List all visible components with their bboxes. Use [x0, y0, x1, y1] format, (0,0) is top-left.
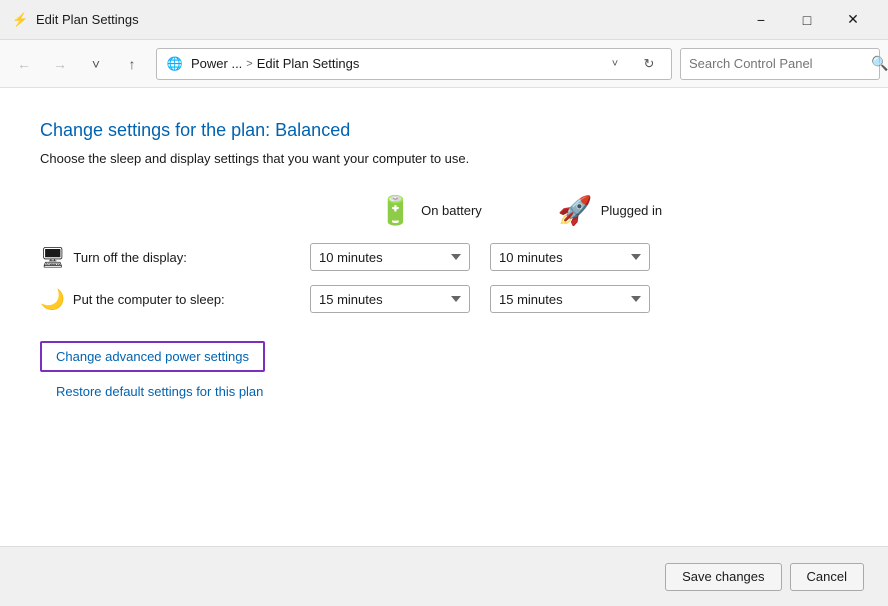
search-input[interactable]: [689, 56, 865, 71]
page-subtitle: Choose the sleep and display settings th…: [40, 151, 848, 166]
sleep-battery-dropdown[interactable]: 15 minutes 1 minute 2 minutes 5 minutes …: [310, 285, 470, 313]
display-plugged-dropdown[interactable]: 10 minutes 1 minute 2 minutes 5 minutes …: [490, 243, 650, 271]
address-dropdown-button[interactable]: ˅: [601, 50, 629, 78]
display-plugged-cell: 10 minutes 1 minute 2 minutes 5 minutes …: [480, 243, 660, 271]
breadcrumb-power[interactable]: Power ...: [191, 56, 242, 71]
sleep-row: 🌙 Put the computer to sleep: 15 minutes …: [40, 285, 848, 313]
address-bar: 🌐 Power ... > Edit Plan Settings ˅ ↻: [156, 48, 672, 80]
back-button[interactable]: ←: [8, 48, 40, 80]
footer: Save changes Cancel: [0, 546, 888, 606]
page-title: Change settings for the plan: Balanced: [40, 120, 848, 141]
address-icon: 🌐: [165, 54, 185, 74]
cancel-button[interactable]: Cancel: [790, 563, 864, 591]
sleep-row-label: 🌙 Put the computer to sleep:: [40, 287, 300, 312]
navigation-bar: ← → ˅ ↑ 🌐 Power ... > Edit Plan Settings…: [0, 40, 888, 88]
sleep-label-text: Put the computer to sleep:: [73, 292, 225, 307]
display-label-text: Turn off the display:: [73, 250, 186, 265]
search-icon: 🔍: [871, 55, 888, 72]
breadcrumb-separator: >: [246, 58, 252, 70]
up-button[interactable]: ↑: [116, 48, 148, 80]
display-battery-cell: 10 minutes 1 minute 2 minutes 5 minutes …: [300, 243, 480, 271]
maximize-button[interactable]: □: [784, 4, 830, 36]
plugged-in-label: Plugged in: [601, 203, 662, 218]
on-battery-header: 🔋 On battery: [340, 194, 520, 227]
restore-defaults-link[interactable]: Restore default settings for this plan: [40, 384, 848, 399]
settings-header: 🔋 On battery 🚀 Plugged in: [40, 194, 848, 227]
window-icon: ⚡: [12, 12, 28, 28]
display-battery-dropdown[interactable]: 10 minutes 1 minute 2 minutes 5 minutes …: [310, 243, 470, 271]
minimize-button[interactable]: −: [738, 4, 784, 36]
sleep-plugged-dropdown[interactable]: 15 minutes 1 minute 2 minutes 5 minutes …: [490, 285, 650, 313]
window-controls: − □ ✕: [738, 4, 876, 36]
refresh-button[interactable]: ↻: [635, 50, 663, 78]
breadcrumb: Power ... > Edit Plan Settings: [191, 56, 595, 71]
on-battery-label: On battery: [421, 203, 482, 218]
display-row: 🖥 Turn off the display: 10 minutes 1 min…: [40, 243, 848, 271]
sleep-icon: 🌙: [40, 287, 65, 312]
search-box: 🔍: [680, 48, 880, 80]
main-content: Change settings for the plan: Balanced C…: [0, 88, 888, 546]
sleep-plugged-cell: 15 minutes 1 minute 2 minutes 5 minutes …: [480, 285, 660, 313]
close-button[interactable]: ✕: [830, 4, 876, 36]
plugged-in-header: 🚀 Plugged in: [520, 194, 700, 227]
plugged-icon: 🚀: [558, 194, 593, 227]
forward-button[interactable]: →: [44, 48, 76, 80]
save-changes-button[interactable]: Save changes: [665, 563, 781, 591]
display-row-label: 🖥 Turn off the display:: [40, 245, 300, 270]
title-bar: ⚡ Edit Plan Settings − □ ✕: [0, 0, 888, 40]
window-title: Edit Plan Settings: [36, 12, 738, 27]
breadcrumb-current: Edit Plan Settings: [257, 56, 360, 71]
sleep-battery-cell: 15 minutes 1 minute 2 minutes 5 minutes …: [300, 285, 480, 313]
links-section: Change advanced power settings Restore d…: [40, 341, 848, 399]
advanced-power-settings-link[interactable]: Change advanced power settings: [40, 341, 265, 372]
display-icon: 🖥: [40, 245, 65, 270]
recent-locations-button[interactable]: ˅: [80, 48, 112, 80]
battery-icon: 🔋: [378, 194, 413, 227]
